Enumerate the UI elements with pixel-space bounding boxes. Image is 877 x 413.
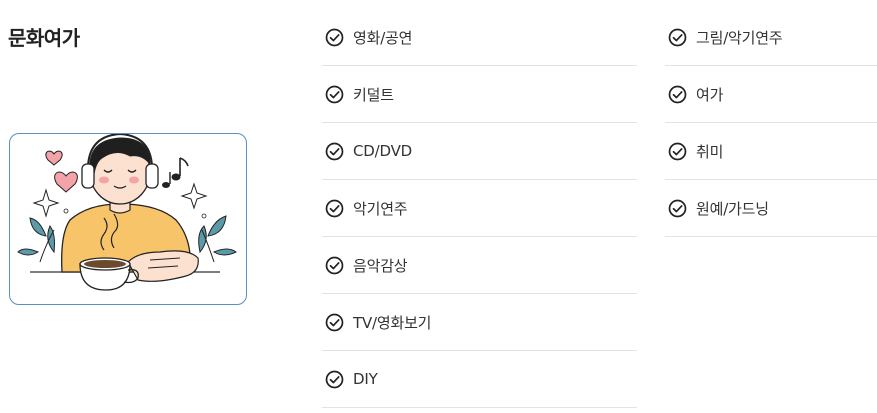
interest-option[interactable]: 음악감상	[322, 237, 637, 294]
interest-option-label: 원예/가드닝	[696, 199, 769, 218]
music-note-icon	[162, 157, 189, 188]
interest-option[interactable]: TV/영화보기	[322, 294, 637, 351]
circle-check-icon	[325, 142, 344, 160]
category-illustration	[9, 133, 247, 305]
circle-check-icon	[325, 370, 344, 388]
man-with-headphones-and-coffee-illustration	[17, 134, 237, 291]
heart-icon	[45, 150, 63, 166]
left-leaves-icon	[17, 217, 55, 263]
interest-option-label: 그림/악기연주	[696, 28, 783, 47]
circle-check-icon	[668, 28, 687, 46]
interest-options-column-1: 영화/공연 키덜트 CD/DVD 악기연주 음악감상 TV/영화보기 DIY	[322, 9, 637, 408]
interest-option[interactable]: 키덜트	[322, 66, 637, 123]
circle-check-icon	[325, 28, 344, 46]
sparkle-icon	[180, 182, 208, 210]
interest-option[interactable]: 악기연주	[322, 180, 637, 237]
right-leaves-icon	[198, 215, 237, 263]
interest-option-label: DIY	[353, 370, 378, 388]
circle-check-icon	[325, 85, 344, 103]
interest-option[interactable]: DIY	[322, 351, 637, 408]
interest-option[interactable]: 그림/악기연주	[665, 9, 877, 66]
interest-option-label: TV/영화보기	[353, 313, 432, 332]
interest-option-label: 영화/공연	[353, 28, 413, 47]
heart-icon	[54, 171, 78, 193]
interest-option[interactable]: 원예/가드닝	[665, 180, 877, 237]
circle-check-icon	[325, 256, 344, 274]
interest-option[interactable]: 영화/공연	[322, 9, 637, 66]
interest-option[interactable]: 여가	[665, 66, 877, 123]
interest-option-label: 취미	[696, 142, 724, 161]
interest-option-label: 음악감상	[353, 256, 408, 275]
circle-check-icon	[668, 199, 687, 217]
interest-option-label: CD/DVD	[353, 142, 412, 160]
circle-check-icon	[325, 199, 344, 217]
interest-options-column-2: 그림/악기연주 여가 취미 원예/가드닝	[665, 9, 877, 237]
interest-option-label: 여가	[696, 85, 724, 104]
category-title: 문화여가	[8, 26, 80, 50]
interest-option[interactable]: 취미	[665, 123, 877, 180]
circle-check-icon	[668, 85, 687, 103]
coffee-cup-icon	[79, 257, 139, 291]
interest-option[interactable]: CD/DVD	[322, 123, 637, 180]
interest-option-label: 키덜트	[353, 85, 394, 104]
circle-check-icon	[668, 142, 687, 160]
sparkle-icon	[32, 188, 60, 218]
circle-check-icon	[325, 313, 344, 331]
interest-option-label: 악기연주	[353, 199, 408, 218]
